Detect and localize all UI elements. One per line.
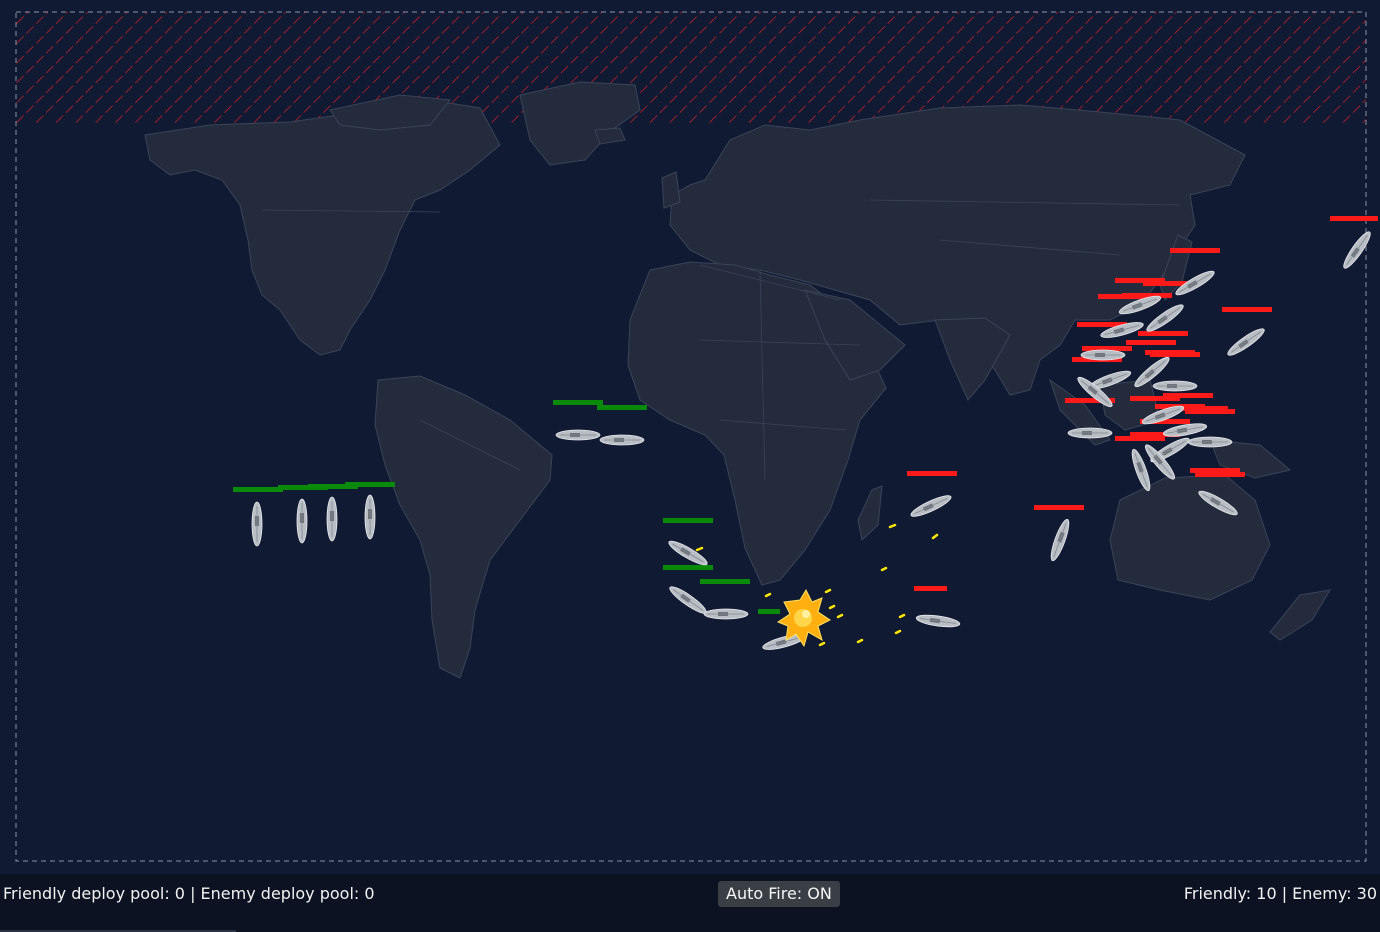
new-zealand — [1269, 589, 1331, 641]
game-board[interactable] — [0, 0, 1380, 874]
restricted-zone — [16, 12, 1366, 124]
warship-icon — [1047, 517, 1073, 563]
warship-icon — [1152, 380, 1198, 392]
warship-icon — [1067, 427, 1113, 439]
warship-icon — [1187, 436, 1233, 448]
warship-icon — [1224, 324, 1268, 360]
auto-fire-toggle-button[interactable]: Auto Fire: ON — [718, 881, 840, 907]
australia — [1109, 474, 1271, 601]
warship-icon — [599, 434, 645, 446]
warship-icon — [1339, 228, 1375, 272]
warship-icon — [326, 496, 338, 542]
iceland — [594, 127, 626, 145]
deploy-pool-status: Friendly deploy pool: 0 | Enemy deploy p… — [3, 884, 375, 903]
north-america — [144, 99, 501, 356]
hud-bar: Friendly deploy pool: 0 | Enemy deploy p… — [0, 874, 1380, 932]
warship-icon — [915, 612, 961, 630]
madagascar — [857, 485, 883, 541]
warship-icon — [665, 537, 711, 569]
warship-icon — [251, 501, 263, 547]
warship-icon — [703, 608, 749, 620]
warship-icon — [555, 429, 601, 441]
warship-icon — [666, 582, 710, 618]
south-america — [374, 375, 553, 679]
world-map — [15, 11, 1378, 862]
great-britain — [661, 171, 681, 209]
warship-icon — [296, 498, 308, 544]
warship-icon — [1080, 349, 1126, 361]
warship-icon — [364, 494, 376, 540]
warship-icon — [908, 491, 954, 521]
fleet-count-status: Friendly: 10 | Enemy: 30 — [1183, 884, 1377, 903]
